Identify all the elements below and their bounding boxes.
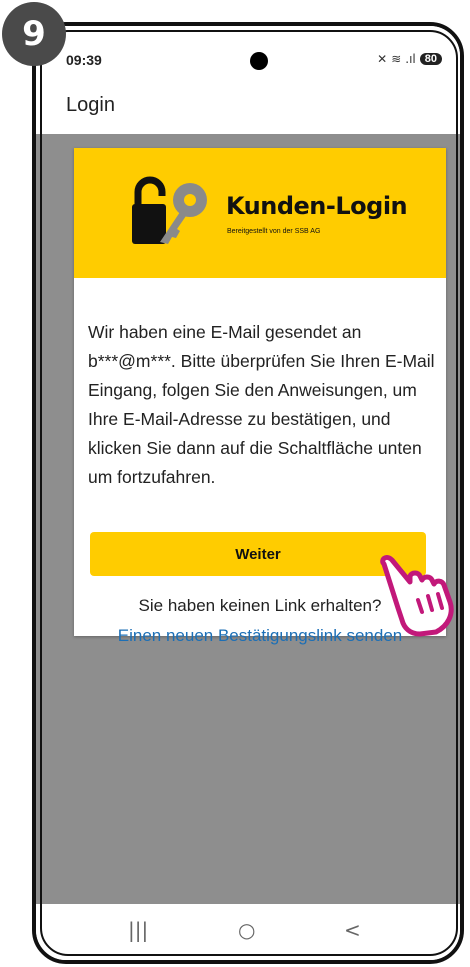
phone-frame: 09:39 ✕ ≋ .ıl 80 Login Kunden-Login Bere… xyxy=(32,22,464,964)
dialog-header: Kunden-Login Bereitgestellt von der SSB … xyxy=(74,148,446,278)
status-bar: 09:39 ✕ ≋ .ıl 80 xyxy=(36,26,460,78)
step-badge: 9 xyxy=(2,2,66,66)
dimmed-background: Kunden-Login Bereitgestellt von der SSB … xyxy=(36,134,460,910)
status-icons: ✕ ≋ .ıl 80 xyxy=(377,52,442,66)
wifi-icon: ≋ xyxy=(391,52,402,66)
mute-icon: ✕ xyxy=(377,52,388,66)
camera-cutout xyxy=(250,52,268,70)
header-title: Kunden-Login xyxy=(226,192,408,220)
confirmation-message: Wir haben eine E-Mail gesendet an b***@m… xyxy=(88,322,435,487)
home-icon[interactable]: ○ xyxy=(238,918,255,942)
back-icon[interactable]: < xyxy=(344,918,361,942)
pointing-hand-icon xyxy=(380,555,454,637)
battery-indicator: 80 xyxy=(419,53,442,65)
header-subtitle: Bereitgestellt von der SSB AG xyxy=(227,228,321,235)
page-title: Login xyxy=(66,94,115,116)
status-time: 09:39 xyxy=(66,52,102,68)
recents-icon[interactable]: ||| xyxy=(128,918,148,942)
navigation-bar: ||| ○ < xyxy=(36,904,460,960)
app-bar: Login xyxy=(36,78,460,134)
key-lock-logo-icon xyxy=(132,176,207,244)
signal-icon: .ıl xyxy=(405,52,416,66)
